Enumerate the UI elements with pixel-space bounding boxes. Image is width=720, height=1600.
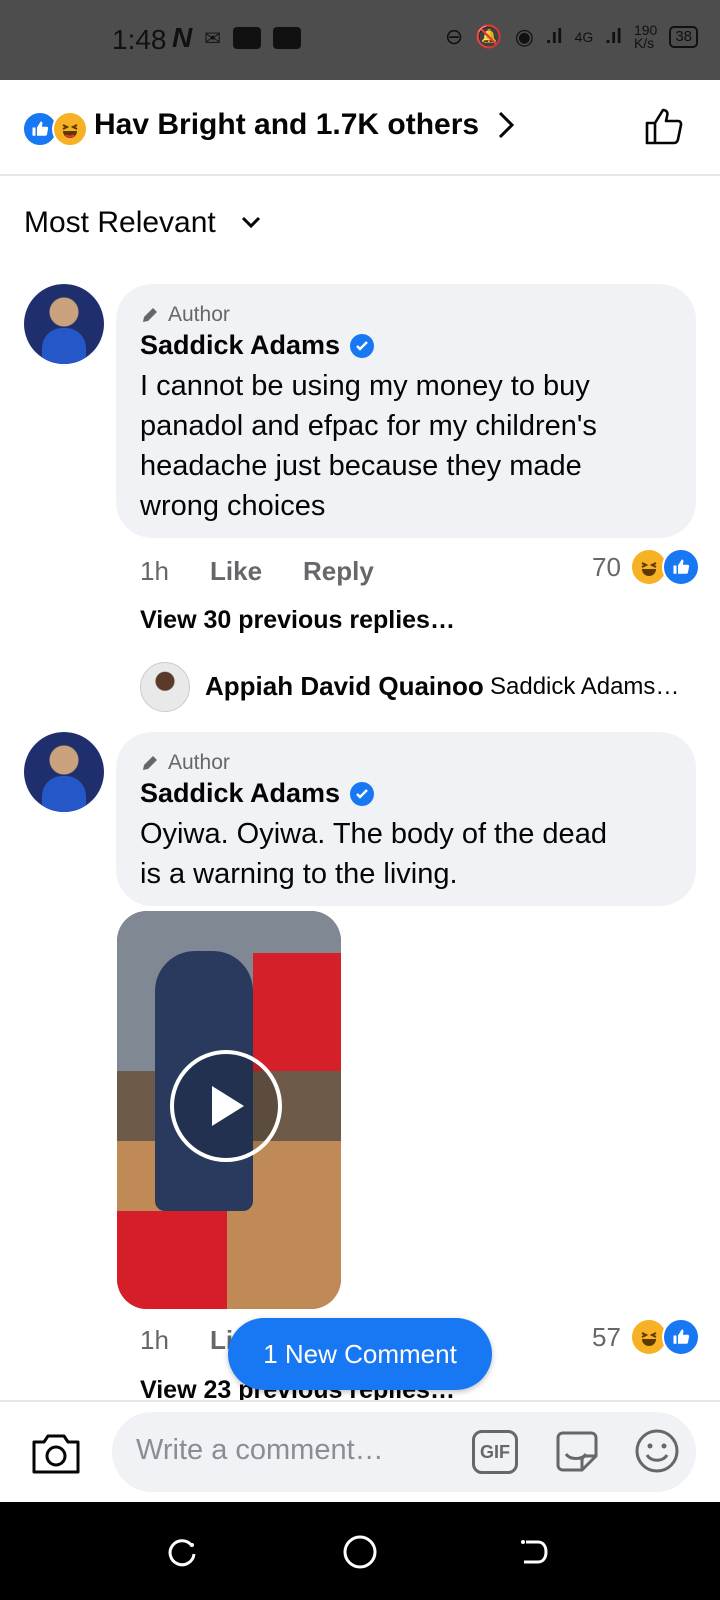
video-scene-shirt: [117, 1211, 227, 1309]
system-nav-bar: [0, 1502, 720, 1600]
reply-link[interactable]: Reply: [303, 556, 374, 587]
app-icon-2: [273, 27, 301, 49]
comment-text: I cannot be using my money to buy panado…: [140, 366, 680, 526]
reactors-summary[interactable]: Hav Bright and 1.7K others: [94, 108, 479, 142]
commenter-name-text[interactable]: Saddick Adams: [140, 330, 340, 361]
comment-text: Oyiwa. Oyiwa. The body of the dead is a …: [140, 814, 680, 894]
home-icon[interactable]: [342, 1534, 378, 1570]
status-system-icons: ⊖ 🔕 ◉ .ıl 4G .ıl 190 K/s 38: [444, 23, 698, 51]
status-notification-icons: N ✉: [172, 22, 301, 54]
comment-input-placeholder[interactable]: Write a comment…: [136, 1434, 384, 1467]
reaction-count[interactable]: 57: [592, 1322, 621, 1353]
chevron-down-icon[interactable]: [241, 216, 261, 230]
video-scene-jersey: [253, 953, 341, 1071]
network-type: 4G: [574, 29, 594, 45]
app-notification-icon: ✉: [204, 27, 221, 50]
comment-line: is a warning to the living.: [140, 858, 458, 890]
comment-line: I cannot be using my money to buy: [140, 370, 590, 402]
comment-line: wrong choices: [140, 490, 326, 522]
signal-icon-2: .ıl: [605, 25, 622, 48]
reply-avatar[interactable]: [140, 662, 190, 712]
battery-icon: 38: [669, 26, 698, 48]
comment-line: panadol and efpac for my children's: [140, 410, 597, 442]
reply-preview-text[interactable]: Saddick Adams…: [490, 673, 679, 701]
comment-line: Oyiwa. Oyiwa. The body of the dead: [140, 818, 607, 850]
like-reaction-icon: [662, 548, 700, 586]
pencil-icon: [143, 756, 157, 770]
sticker-icon[interactable]: [552, 1428, 602, 1476]
reaction-icons: [22, 111, 92, 147]
view-previous-replies[interactable]: View 30 previous replies…: [140, 606, 455, 635]
back-icon[interactable]: [518, 1536, 550, 1568]
comment-line: headache just because they made: [140, 450, 582, 482]
emoji-icon[interactable]: [634, 1428, 680, 1474]
hotspot-icon: ◉: [514, 24, 534, 49]
comment-input[interactable]: Write a comment…: [112, 1412, 696, 1492]
play-icon: [212, 1086, 244, 1126]
verified-badge-icon: [350, 781, 375, 806]
reaction-count[interactable]: 70: [592, 552, 621, 583]
like-reaction-icon: [662, 1318, 700, 1356]
author-tag-label: Author: [168, 751, 230, 774]
signal-icon: .ıl: [545, 25, 563, 48]
dnd-icon: ⊖: [444, 24, 464, 49]
n-logo-icon: N: [172, 22, 193, 53]
like-link[interactable]: Like: [210, 556, 262, 587]
mute-icon: 🔕: [475, 24, 503, 49]
recents-icon[interactable]: [166, 1536, 198, 1568]
gif-button[interactable]: GIF: [472, 1430, 518, 1474]
comment-time: 1h: [140, 1325, 169, 1355]
status-bar: 1:48 N ✉ ⊖ 🔕 ◉ .ıl 4G .ıl 190 K/s 38: [0, 0, 720, 80]
commenter-name-text[interactable]: Saddick Adams: [140, 778, 340, 809]
haha-reaction-icon: [52, 111, 88, 147]
app-icon-1: [233, 27, 261, 49]
author-badge: Author: [140, 303, 230, 327]
verified-badge-icon: [350, 333, 375, 358]
sort-dropdown[interactable]: Most Relevant: [24, 206, 216, 240]
camera-icon[interactable]: [30, 1430, 82, 1476]
status-time: 1:48: [112, 24, 167, 55]
author-tag-label: Author: [168, 303, 230, 326]
author-badge: Author: [140, 751, 230, 775]
commenter-avatar[interactable]: [24, 732, 104, 812]
commenter-avatar[interactable]: [24, 284, 104, 364]
commenter-name[interactable]: Saddick Adams: [140, 330, 375, 361]
pencil-icon: [143, 308, 157, 322]
net-speed: 190 K/s: [633, 23, 657, 51]
commenter-name[interactable]: Saddick Adams: [140, 778, 375, 809]
comment-time: 1h: [140, 556, 169, 586]
net-speed-unit: K/s: [633, 35, 655, 51]
reply-author-name[interactable]: Appiah David Quainoo: [205, 671, 484, 702]
like-post-icon[interactable]: [644, 106, 684, 146]
new-comment-pill[interactable]: 1 New Comment: [228, 1318, 492, 1390]
play-button[interactable]: [170, 1050, 282, 1162]
chevron-right-icon[interactable]: [496, 110, 516, 140]
